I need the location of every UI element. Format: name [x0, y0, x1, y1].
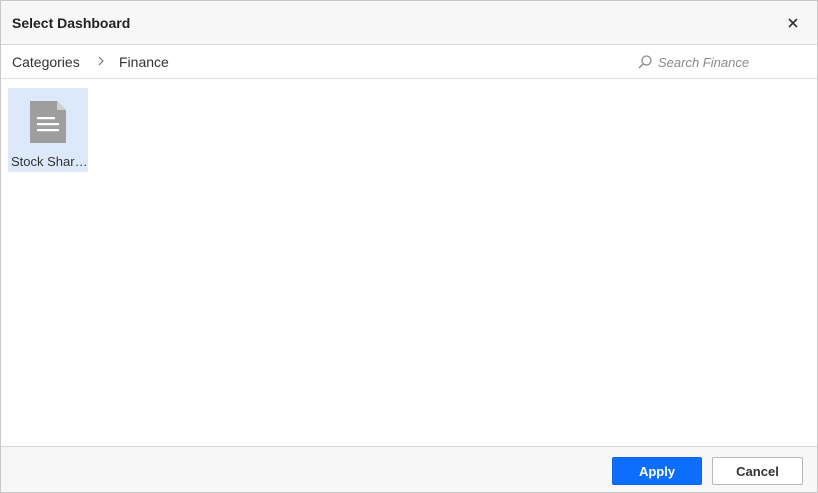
cancel-button[interactable]: Cancel	[712, 457, 803, 485]
close-icon	[788, 18, 798, 28]
search-icon	[638, 55, 652, 69]
select-dashboard-dialog: Select Dashboard Categories Finance Sear…	[0, 0, 818, 493]
close-button[interactable]	[783, 13, 803, 33]
dialog-title: Select Dashboard	[12, 15, 131, 31]
dashboard-item[interactable]: Stock Shar…	[8, 88, 88, 172]
dialog-footer: Apply Cancel	[1, 446, 817, 492]
chevron-right-icon	[98, 56, 104, 66]
search-input[interactable]	[658, 54, 803, 70]
apply-button[interactable]: Apply	[612, 457, 702, 485]
breadcrumb-categories[interactable]: Categories	[12, 54, 80, 70]
breadcrumb-bar: Categories Finance	[1, 45, 817, 79]
breadcrumb-finance: Finance	[119, 54, 169, 70]
dialog-header: Select Dashboard	[1, 1, 817, 45]
dashboard-item-label: Stock Shar…	[11, 154, 87, 169]
document-icon	[30, 101, 66, 143]
dashboard-list: Stock Shar…	[1, 80, 817, 446]
search-box	[637, 52, 807, 72]
